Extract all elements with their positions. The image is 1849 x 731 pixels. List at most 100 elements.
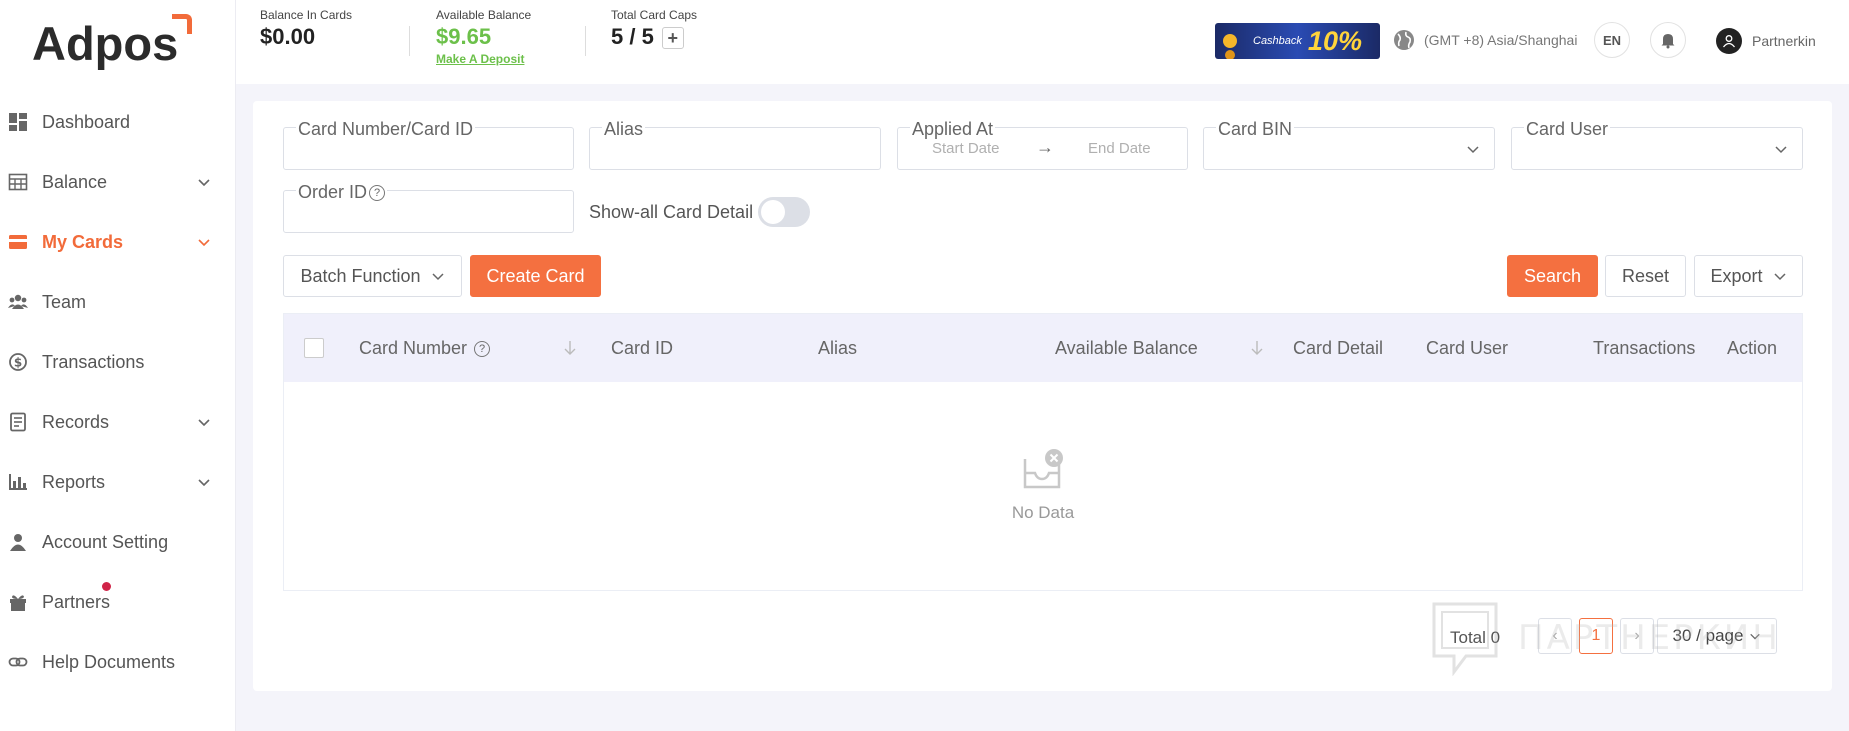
username: Partnerkin bbox=[1752, 33, 1816, 49]
column-header-available-balance[interactable]: Available Balance bbox=[1055, 338, 1198, 359]
batch-function-button[interactable]: Batch Function bbox=[283, 255, 462, 297]
avatar bbox=[1716, 28, 1742, 54]
column-header-card-detail: Card Detail bbox=[1293, 338, 1384, 358]
field-label: Card User bbox=[1524, 119, 1611, 140]
add-card-cap-button[interactable]: + bbox=[661, 27, 684, 50]
logo-accent bbox=[172, 14, 192, 34]
stat-value-row: 5 / 5 + bbox=[611, 24, 697, 50]
show-all-toggle[interactable] bbox=[758, 197, 810, 227]
total-card-caps: Total Card Caps 5 / 5 + bbox=[611, 8, 697, 50]
chevron-down-icon bbox=[198, 419, 210, 427]
button-label: Batch Function bbox=[300, 265, 421, 286]
export-button[interactable]: Export bbox=[1694, 255, 1803, 297]
sidebar-item-reports[interactable]: Reports bbox=[0, 452, 236, 512]
no-data-icon bbox=[1023, 449, 1063, 489]
chevron-down-icon bbox=[432, 273, 444, 281]
sidebar-item-partners[interactable]: Partners bbox=[0, 572, 236, 632]
user-menu[interactable]: Partnerkin bbox=[1716, 28, 1816, 54]
sidebar-item-team[interactable]: Team bbox=[0, 272, 236, 332]
user-icon bbox=[1722, 35, 1736, 48]
sidebar-item-label: Team bbox=[42, 291, 87, 312]
end-date-input[interactable]: End Date bbox=[1088, 140, 1151, 157]
sidebar-item-my-cards[interactable]: My Cards bbox=[0, 212, 236, 272]
order-id-field[interactable]: Order ID? bbox=[283, 182, 574, 233]
select-all-checkbox[interactable] bbox=[304, 338, 324, 358]
column-header-action: Action bbox=[1727, 338, 1778, 358]
help-icon[interactable]: ? bbox=[369, 185, 386, 202]
dashboard-icon bbox=[8, 112, 28, 132]
sort-arrow-icon[interactable] bbox=[562, 338, 578, 358]
sidebar-item-dashboard[interactable]: Dashboard bbox=[0, 92, 236, 152]
alias-field[interactable]: Alias bbox=[589, 119, 881, 170]
sidebar: Adpos Dashboard Balance My Cards Team $ … bbox=[0, 0, 236, 731]
records-icon bbox=[8, 412, 28, 432]
sidebar-item-label: Partners bbox=[42, 591, 111, 612]
sidebar-item-transactions[interactable]: $ Transactions bbox=[0, 332, 236, 392]
field-label: Applied At bbox=[910, 119, 996, 140]
gift-icon bbox=[8, 592, 28, 612]
link-icon bbox=[8, 652, 28, 672]
applied-at-date-range[interactable]: Applied At Start Date → End Date bbox=[897, 119, 1188, 170]
stat-label: Available Balance bbox=[436, 8, 532, 22]
watermark-text: ПАРТНЕРКИН bbox=[1518, 618, 1781, 658]
show-all-label: Show-all Card Detail bbox=[589, 202, 754, 222]
user-icon bbox=[8, 532, 28, 552]
button-label: Export bbox=[1710, 265, 1763, 286]
cashback-banner[interactable]: Cashback 10% bbox=[1215, 23, 1380, 59]
language-button[interactable]: EN bbox=[1594, 22, 1630, 58]
chat-bubble-icon bbox=[1432, 602, 1498, 676]
sidebar-item-records[interactable]: Records bbox=[0, 392, 236, 452]
sidebar-item-balance[interactable]: Balance bbox=[0, 152, 236, 212]
globe-icon bbox=[1394, 30, 1414, 50]
top-header: Balance In Cards $0.00 Available Balance… bbox=[236, 0, 1849, 84]
coin-icon bbox=[1223, 34, 1237, 48]
sort-arrow-icon[interactable] bbox=[1249, 338, 1265, 358]
sidebar-item-help-documents[interactable]: Help Documents bbox=[0, 632, 236, 692]
reset-button[interactable]: Reset bbox=[1605, 255, 1686, 297]
card-user-select[interactable]: Card User bbox=[1511, 119, 1803, 170]
stat-value: $9.65 bbox=[436, 24, 492, 49]
bar-chart-icon bbox=[8, 472, 28, 492]
cashback-percent: 10% bbox=[1307, 25, 1362, 56]
start-date-input[interactable]: Start Date bbox=[932, 140, 1000, 157]
empty-text: No Data bbox=[1011, 503, 1075, 522]
timezone-selector[interactable]: (GMT +8) Asia/Shanghai bbox=[1392, 28, 1577, 52]
table-icon bbox=[8, 172, 28, 192]
empty-state: No Data bbox=[284, 382, 1802, 590]
logo[interactable]: Adpos bbox=[32, 16, 178, 71]
language-label: EN bbox=[1602, 32, 1622, 48]
timezone-label: (GMT +8) Asia/Shanghai bbox=[1424, 32, 1578, 48]
sidebar-item-label: Reports bbox=[42, 471, 106, 492]
column-header-card-number[interactable]: Card Number ? bbox=[359, 338, 491, 359]
available-balance: Available Balance $9.65 Make A Deposit bbox=[436, 8, 531, 66]
column-header-card-id: Card ID bbox=[611, 338, 674, 358]
watermark: ПАРТНЕРКИН bbox=[1430, 600, 1781, 676]
arrow-right-icon: → bbox=[1036, 137, 1054, 157]
table-header: Card Number ? Card ID Alias Available Ba… bbox=[284, 314, 1802, 382]
chevron-down-icon bbox=[1467, 146, 1479, 154]
stat-value: $0.00 bbox=[260, 24, 316, 49]
create-card-button[interactable]: Create Card bbox=[470, 255, 601, 297]
sidebar-item-account-setting[interactable]: Account Setting bbox=[0, 512, 236, 572]
chevron-down-icon bbox=[1775, 146, 1787, 154]
button-label: Search bbox=[1523, 265, 1582, 286]
field-label: Card Number/Card ID bbox=[296, 119, 476, 140]
cashback-text: Cashback bbox=[1253, 35, 1302, 47]
notifications-button[interactable] bbox=[1650, 22, 1686, 58]
stat-value: 5 / 5 bbox=[611, 24, 654, 49]
help-icon[interactable]: ? bbox=[474, 341, 491, 358]
card-icon bbox=[8, 232, 28, 252]
sidebar-item-label: My Cards bbox=[42, 231, 124, 252]
notification-dot bbox=[102, 582, 111, 591]
make-deposit-link[interactable]: Make A Deposit bbox=[436, 52, 531, 66]
chevron-down-icon bbox=[198, 239, 210, 247]
sidebar-item-label: Balance bbox=[42, 171, 108, 192]
sidebar-item-label: Account Setting bbox=[42, 531, 169, 552]
search-button[interactable]: Search bbox=[1507, 255, 1598, 297]
card-number-field[interactable]: Card Number/Card ID bbox=[283, 119, 574, 170]
team-icon bbox=[8, 292, 28, 312]
column-label: Card Number bbox=[359, 338, 468, 358]
sidebar-item-label: Records bbox=[42, 411, 110, 432]
column-header-card-user: Card User bbox=[1426, 338, 1509, 358]
card-bin-select[interactable]: Card BIN bbox=[1203, 119, 1495, 170]
